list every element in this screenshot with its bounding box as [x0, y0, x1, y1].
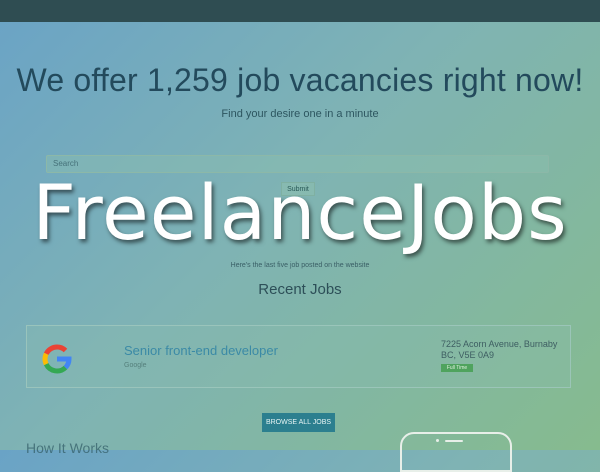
- hero-title: We offer 1,259 job vacancies right now!: [16, 62, 584, 98]
- job-title[interactable]: Senior front-end developer: [124, 343, 278, 358]
- phone-camera-icon: [436, 439, 439, 442]
- job-company: Google: [124, 362, 147, 369]
- job-type-badge: Full Time: [441, 364, 473, 372]
- hero-subtitle: Find your desire one in a minute: [221, 108, 379, 120]
- how-it-works-heading: How It Works: [26, 440, 109, 456]
- phone-illustration: [400, 432, 512, 472]
- recent-jobs-note: Here's the last five job posted on the w…: [230, 262, 370, 269]
- recent-jobs-title: Recent Jobs: [258, 281, 342, 298]
- freelancejobs-watermark: FreelanceJobs: [32, 168, 568, 257]
- phone-speaker-icon: [445, 440, 463, 442]
- google-logo: [42, 344, 72, 374]
- job-card[interactable]: Senior front-end developer Google 7225 A…: [26, 325, 571, 388]
- top-navbar: [0, 0, 600, 22]
- browse-all-jobs-button[interactable]: BROWSE ALL JOBS: [262, 413, 335, 432]
- job-address: 7225 Acorn Avenue, Burnaby BC, V5E 0A9: [441, 339, 558, 360]
